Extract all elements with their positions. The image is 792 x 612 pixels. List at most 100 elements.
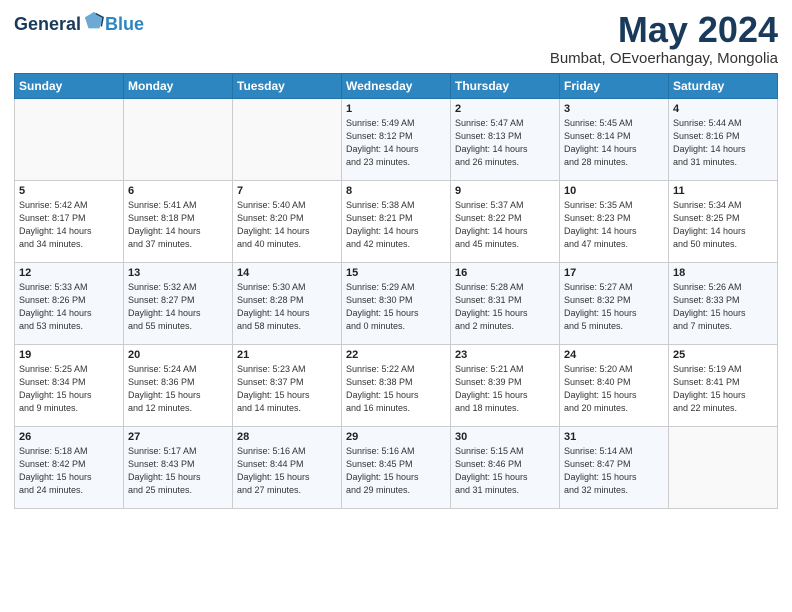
calendar-table: SundayMondayTuesdayWednesdayThursdayFrid…	[14, 73, 778, 509]
day-info: Sunrise: 5:17 AM Sunset: 8:43 PM Dayligh…	[128, 445, 228, 497]
day-info: Sunrise: 5:47 AM Sunset: 8:13 PM Dayligh…	[455, 117, 555, 169]
calendar-cell: 9 Sunrise: 5:37 AM Sunset: 8:22 PM Daylig…	[451, 180, 560, 262]
day-number: 27	[128, 431, 228, 443]
month-year-title: May 2024	[550, 10, 778, 50]
day-number: 20	[128, 349, 228, 361]
calendar-cell: 31 Sunrise: 5:14 AM Sunset: 8:47 PM Dayli…	[560, 426, 669, 508]
calendar-cell: 28 Sunrise: 5:16 AM Sunset: 8:44 PM Dayli…	[233, 426, 342, 508]
calendar-cell: 20 Sunrise: 5:24 AM Sunset: 8:36 PM Dayli…	[124, 344, 233, 426]
day-number: 21	[237, 349, 337, 361]
day-info: Sunrise: 5:41 AM Sunset: 8:18 PM Dayligh…	[128, 199, 228, 251]
day-info: Sunrise: 5:24 AM Sunset: 8:36 PM Dayligh…	[128, 363, 228, 415]
calendar-cell: 1Sunrise: 5:49 AM Sunset: 8:12 PM Daylig…	[342, 98, 451, 180]
day-info: Sunrise: 5:22 AM Sunset: 8:38 PM Dayligh…	[346, 363, 446, 415]
day-info: Sunrise: 5:19 AM Sunset: 8:41 PM Dayligh…	[673, 363, 773, 415]
day-info: Sunrise: 5:25 AM Sunset: 8:34 PM Dayligh…	[19, 363, 119, 415]
day-number: 11	[673, 185, 773, 197]
weekday-header-tuesday: Tuesday	[233, 73, 342, 98]
day-info: Sunrise: 5:16 AM Sunset: 8:44 PM Dayligh…	[237, 445, 337, 497]
day-info: Sunrise: 5:15 AM Sunset: 8:46 PM Dayligh…	[455, 445, 555, 497]
calendar-week-row: 12 Sunrise: 5:33 AM Sunset: 8:26 PM Dayli…	[15, 262, 778, 344]
day-info: Sunrise: 5:16 AM Sunset: 8:45 PM Dayligh…	[346, 445, 446, 497]
day-number: 15	[346, 267, 446, 279]
calendar-week-row: 5Sunrise: 5:42 AM Sunset: 8:17 PM Daylig…	[15, 180, 778, 262]
calendar-cell	[669, 426, 778, 508]
calendar-cell: 7 Sunrise: 5:40 AM Sunset: 8:20 PM Daylig…	[233, 180, 342, 262]
weekday-header-thursday: Thursday	[451, 73, 560, 98]
day-info: Sunrise: 5:34 AM Sunset: 8:25 PM Dayligh…	[673, 199, 773, 251]
day-info: Sunrise: 5:29 AM Sunset: 8:30 PM Dayligh…	[346, 281, 446, 333]
calendar-cell: 19 Sunrise: 5:25 AM Sunset: 8:34 PM Dayli…	[15, 344, 124, 426]
calendar-week-row: 1Sunrise: 5:49 AM Sunset: 8:12 PM Daylig…	[15, 98, 778, 180]
day-info: Sunrise: 5:37 AM Sunset: 8:22 PM Dayligh…	[455, 199, 555, 251]
day-info: Sunrise: 5:32 AM Sunset: 8:27 PM Dayligh…	[128, 281, 228, 333]
logo-icon	[83, 10, 105, 32]
day-number: 7	[237, 185, 337, 197]
calendar-cell: 14Sunrise: 5:30 AM Sunset: 8:28 PM Dayli…	[233, 262, 342, 344]
header: General Blue May 2024 Bumbat, OEvoerhang…	[14, 10, 778, 67]
calendar-cell	[124, 98, 233, 180]
calendar-cell: 18Sunrise: 5:26 AM Sunset: 8:33 PM Dayli…	[669, 262, 778, 344]
day-number: 16	[455, 267, 555, 279]
day-info: Sunrise: 5:33 AM Sunset: 8:26 PM Dayligh…	[19, 281, 119, 333]
day-number: 3	[564, 103, 664, 115]
day-info: Sunrise: 5:27 AM Sunset: 8:32 PM Dayligh…	[564, 281, 664, 333]
weekday-header-monday: Monday	[124, 73, 233, 98]
calendar-cell: 30 Sunrise: 5:15 AM Sunset: 8:46 PM Dayli…	[451, 426, 560, 508]
day-number: 2	[455, 103, 555, 115]
day-info: Sunrise: 5:14 AM Sunset: 8:47 PM Dayligh…	[564, 445, 664, 497]
calendar-cell: 10Sunrise: 5:35 AM Sunset: 8:23 PM Dayli…	[560, 180, 669, 262]
calendar-cell: 11 Sunrise: 5:34 AM Sunset: 8:25 PM Dayli…	[669, 180, 778, 262]
day-number: 9	[455, 185, 555, 197]
day-info: Sunrise: 5:26 AM Sunset: 8:33 PM Dayligh…	[673, 281, 773, 333]
day-number: 12	[19, 267, 119, 279]
calendar-cell: 5Sunrise: 5:42 AM Sunset: 8:17 PM Daylig…	[15, 180, 124, 262]
day-number: 19	[19, 349, 119, 361]
calendar-cell: 21 Sunrise: 5:23 AM Sunset: 8:37 PM Dayli…	[233, 344, 342, 426]
calendar-cell: 8Sunrise: 5:38 AM Sunset: 8:21 PM Daylig…	[342, 180, 451, 262]
calendar-cell	[15, 98, 124, 180]
day-info: Sunrise: 5:40 AM Sunset: 8:20 PM Dayligh…	[237, 199, 337, 251]
calendar-cell: 24Sunrise: 5:20 AM Sunset: 8:40 PM Dayli…	[560, 344, 669, 426]
day-number: 30	[455, 431, 555, 443]
day-number: 31	[564, 431, 664, 443]
weekday-header-wednesday: Wednesday	[342, 73, 451, 98]
day-info: Sunrise: 5:23 AM Sunset: 8:37 PM Dayligh…	[237, 363, 337, 415]
day-number: 14	[237, 267, 337, 279]
day-info: Sunrise: 5:44 AM Sunset: 8:16 PM Dayligh…	[673, 117, 773, 169]
day-number: 23	[455, 349, 555, 361]
day-number: 26	[19, 431, 119, 443]
day-number: 28	[237, 431, 337, 443]
day-number: 29	[346, 431, 446, 443]
calendar-cell: 2 Sunrise: 5:47 AM Sunset: 8:13 PM Daylig…	[451, 98, 560, 180]
calendar-cell: 12 Sunrise: 5:33 AM Sunset: 8:26 PM Dayli…	[15, 262, 124, 344]
day-info: Sunrise: 5:18 AM Sunset: 8:42 PM Dayligh…	[19, 445, 119, 497]
calendar-cell: 29 Sunrise: 5:16 AM Sunset: 8:45 PM Dayli…	[342, 426, 451, 508]
calendar-cell: 27 Sunrise: 5:17 AM Sunset: 8:43 PM Dayli…	[124, 426, 233, 508]
day-info: Sunrise: 5:49 AM Sunset: 8:12 PM Dayligh…	[346, 117, 446, 169]
day-number: 8	[346, 185, 446, 197]
logo-general-text: General	[14, 15, 81, 33]
day-info: Sunrise: 5:42 AM Sunset: 8:17 PM Dayligh…	[19, 199, 119, 251]
calendar-cell	[233, 98, 342, 180]
day-number: 10	[564, 185, 664, 197]
title-area: May 2024 Bumbat, OEvoerhangay, Mongolia	[550, 10, 778, 67]
calendar-cell: 25 Sunrise: 5:19 AM Sunset: 8:41 PM Dayli…	[669, 344, 778, 426]
day-info: Sunrise: 5:28 AM Sunset: 8:31 PM Dayligh…	[455, 281, 555, 333]
day-number: 17	[564, 267, 664, 279]
weekday-header-sunday: Sunday	[15, 73, 124, 98]
calendar-cell: 6 Sunrise: 5:41 AM Sunset: 8:18 PM Daylig…	[124, 180, 233, 262]
weekday-header-friday: Friday	[560, 73, 669, 98]
day-number: 6	[128, 185, 228, 197]
calendar-cell: 4Sunrise: 5:44 AM Sunset: 8:16 PM Daylig…	[669, 98, 778, 180]
calendar-week-row: 26 Sunrise: 5:18 AM Sunset: 8:42 PM Dayli…	[15, 426, 778, 508]
day-number: 25	[673, 349, 773, 361]
day-info: Sunrise: 5:20 AM Sunset: 8:40 PM Dayligh…	[564, 363, 664, 415]
page: General Blue May 2024 Bumbat, OEvoerhang…	[0, 0, 792, 612]
weekday-header-saturday: Saturday	[669, 73, 778, 98]
day-info: Sunrise: 5:21 AM Sunset: 8:39 PM Dayligh…	[455, 363, 555, 415]
logo-area: General Blue	[14, 10, 144, 33]
calendar-week-row: 19 Sunrise: 5:25 AM Sunset: 8:34 PM Dayli…	[15, 344, 778, 426]
logo: General Blue	[14, 10, 144, 33]
calendar-cell: 13Sunrise: 5:32 AM Sunset: 8:27 PM Dayli…	[124, 262, 233, 344]
